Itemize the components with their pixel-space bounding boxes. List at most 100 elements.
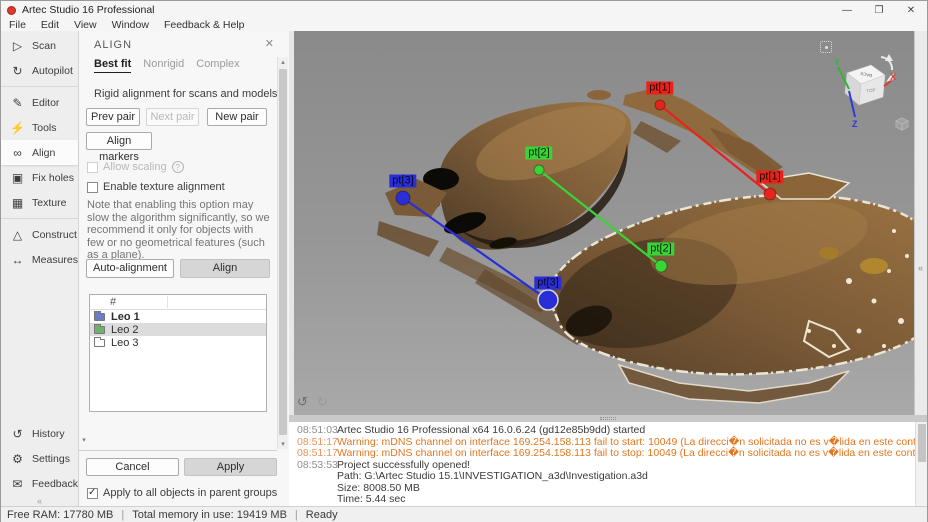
panel-scrollbar[interactable]: ▴ ▾ (277, 57, 288, 449)
scroll-down-icon[interactable]: ▾ (278, 440, 288, 448)
help-icon[interactable]: ? (172, 161, 184, 173)
list-item[interactable]: Leo 1 (90, 310, 266, 323)
sidebar-item-construct[interactable]: △Construct (1, 222, 78, 247)
apply-button[interactable]: Apply (184, 458, 277, 476)
log-scrollbar-thumb[interactable] (918, 424, 926, 462)
menu-window[interactable]: Window (112, 19, 149, 31)
tab-nonrigid[interactable]: Nonrigid (143, 58, 184, 73)
point-label[interactable]: pt[2] (647, 243, 674, 256)
tab-complex[interactable]: Complex (196, 58, 239, 73)
status-item: Free RAM: 17780 MB (7, 509, 113, 521)
allow-scaling-checkbox[interactable] (87, 162, 98, 173)
apply-all-checkbox[interactable] (87, 488, 98, 499)
list-item[interactable]: Leo 3 (90, 336, 266, 349)
tab-best-fit[interactable]: Best fit (94, 58, 131, 73)
feedback-icon: ✉ (10, 477, 25, 491)
menu-view[interactable]: View (74, 19, 97, 31)
align-markers-button[interactable]: Align markers (86, 132, 152, 150)
log-timestamp: 08:51:17 (297, 448, 337, 460)
texture-alignment-label: Enable texture alignment (103, 181, 225, 193)
log-scrollbar[interactable] (915, 422, 927, 506)
focus-target-icon[interactable] (820, 41, 832, 53)
point-label[interactable]: pt[3] (389, 175, 416, 188)
log-timestamp (297, 483, 337, 495)
next-pair-button[interactable]: Next pair (146, 108, 199, 126)
maximize-button[interactable]: ❐ (863, 5, 895, 16)
sidebar-item-fix-holes[interactable]: ▣Fix holes (1, 165, 78, 190)
autopilot-icon: ↻ (10, 64, 25, 78)
editor-icon: ✎ (10, 96, 25, 110)
log-entry: 08:51:03Artec Studio 16 Professional x64… (297, 425, 913, 437)
log-resize-handle[interactable] (289, 415, 927, 422)
allow-scaling-label: Allow scaling (103, 161, 167, 173)
status-item: Ready (306, 509, 338, 521)
sidebar-collapse-chevron-icon[interactable]: « (1, 496, 78, 506)
sidebar-item-history[interactable]: ↺History (1, 421, 78, 446)
scroll-down-icon[interactable]: ▾ (79, 436, 89, 444)
viewport-3d[interactable]: BACK TOP Y X Z pt[1]pt[1]pt[2]pt[2]pt[3]… (289, 31, 927, 415)
allow-scaling-row: Allow scaling ? (87, 161, 184, 173)
redo-icon[interactable]: ↻ (317, 394, 328, 410)
menu-file[interactable]: File (9, 19, 26, 31)
log-timestamp: 08:51:03 (297, 425, 337, 437)
sidebar-item-settings[interactable]: ⚙Settings (1, 446, 78, 471)
panel-scrollbar-thumb[interactable] (279, 69, 287, 435)
auto-alignment-button[interactable]: Auto-alignment (86, 259, 174, 278)
list-item-label: Leo 2 (111, 324, 139, 336)
apply-all-row: Apply to all objects in parent groups (87, 487, 277, 499)
expand-chevron-icon[interactable]: « (918, 263, 923, 273)
log-timestamp (297, 494, 337, 506)
list-item-label: Leo 1 (111, 311, 140, 323)
log-timestamp: 08:53:53 (297, 460, 337, 472)
log-entry: 08:51:17Warning: mDNS channel on interfa… (297, 448, 913, 460)
align-panel: ALIGN ✕ Best fitNonrigidComplex Rigid al… (79, 31, 289, 506)
sidebar-item-align[interactable]: ∞Align (1, 140, 78, 165)
sidebar-item-autopilot[interactable]: ↻Autopilot (1, 58, 78, 83)
sidebar-item-feedback[interactable]: ✉Feedback (1, 471, 78, 496)
viewport-column: BACK TOP Y X Z pt[1]pt[1]pt[2]pt[2]pt[3]… (289, 31, 927, 506)
cancel-button[interactable]: Cancel (86, 458, 179, 476)
sidebar-item-editor[interactable]: ✎ Editor (1, 90, 78, 115)
sidebar-item-label: History (32, 428, 65, 440)
sidebar-item-texture[interactable]: ▦ Texture (1, 190, 78, 215)
menu-edit[interactable]: Edit (41, 19, 59, 31)
sidebar-item-label: Fix holes (32, 172, 74, 184)
sidebar-group: △Construct↔Measures (1, 218, 78, 272)
sidebar-item-label: Scan (32, 40, 56, 52)
log-panel: 08:51:03Artec Studio 16 Professional x64… (289, 422, 927, 506)
sidebar-item-measures[interactable]: ↔Measures (1, 247, 78, 272)
status-bar: Free RAM: 17780 MB|Total memory in use: … (1, 506, 927, 522)
minimize-button[interactable]: — (831, 5, 863, 16)
sidebar-group: ▷Scan↻Autopilot (1, 33, 78, 83)
sidebar-item-label: Texture (32, 197, 66, 209)
list-item[interactable]: Leo 2 (90, 323, 266, 336)
texture-icon: ▦ (10, 196, 25, 210)
title-bar: Artec Studio 16 Professional — ❐ ✕ (1, 1, 927, 19)
log-message: Path: G:\Artec Studio 15.1\INVESTIGATION… (337, 471, 648, 483)
construct-icon: △ (10, 228, 25, 242)
point-label[interactable]: pt[1] (756, 171, 783, 184)
point-label[interactable]: pt[3] (534, 277, 561, 290)
prev-pair-button[interactable]: Prev pair (86, 108, 140, 126)
workspace-collapsed-strip[interactable]: « (914, 31, 927, 415)
sidebar-item-label: Editor (32, 97, 59, 109)
panel-close-icon[interactable]: ✕ (265, 37, 274, 50)
menu-feedback-help[interactable]: Feedback & Help (164, 19, 245, 31)
sidebar-item-scan[interactable]: ▷Scan (1, 33, 78, 58)
texture-alignment-checkbox[interactable] (87, 182, 98, 193)
log-message: Warning: mDNS channel on interface 169.2… (337, 448, 927, 460)
panel-divider (79, 450, 277, 451)
point-label[interactable]: pt[2] (525, 147, 552, 160)
point-label[interactable]: pt[1] (646, 82, 673, 95)
close-button[interactable]: ✕ (895, 5, 927, 16)
log-message: Artec Studio 16 Professional x64 16.0.6.… (337, 425, 645, 437)
undo-icon[interactable]: ↺ (297, 394, 308, 410)
new-pair-button[interactable]: New pair (207, 108, 267, 126)
sidebar-item-tools[interactable]: ⚡Tools (1, 115, 78, 140)
align-button[interactable]: Align (180, 259, 270, 278)
sidebar-spacer (1, 272, 78, 421)
status-item: Total memory in use: 19419 MB (132, 509, 287, 521)
scroll-up-icon[interactable]: ▴ (278, 58, 288, 66)
texture-alignment-row: Enable texture alignment (87, 181, 225, 193)
sidebar-groups: ▷Scan↻Autopilot ✎ Editor ⚡Tools∞Align▣Fix h… (1, 33, 78, 272)
